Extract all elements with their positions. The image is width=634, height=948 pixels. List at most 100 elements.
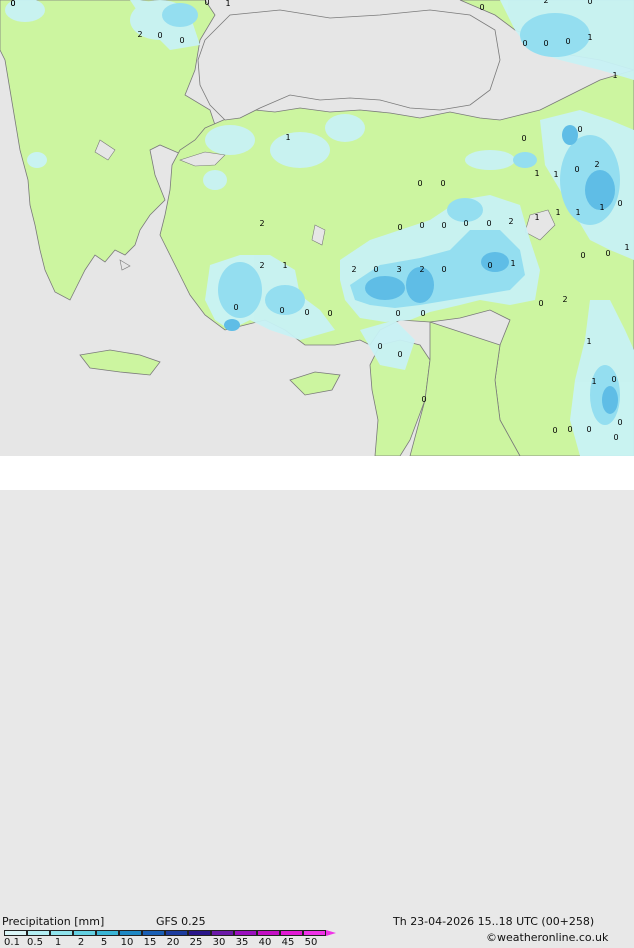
map-title: Precipitation [mm] — [2, 915, 105, 928]
precip-value-label: 2 — [594, 160, 599, 169]
precip-value-label: 0 — [521, 134, 526, 143]
precip-value-label: 1 — [599, 203, 604, 212]
precip-value-label: 0 — [419, 221, 424, 230]
legend-tick-label: 50 — [304, 937, 318, 948]
precip-value-label: 0 — [605, 249, 610, 258]
precip-value-label: 0 — [279, 306, 284, 315]
legend-swatch — [4, 930, 27, 936]
precip-value-label: 0 — [327, 309, 332, 318]
precip-value-label: 1 — [624, 243, 629, 252]
precipitation-map: 0 0 1 2 0 0 0 2 0 0 0 0 1 1 0 0 1 2 0 1 1 0 0 1 1 1 0 1 0 0 0 0 0 2 1 2 0 3 2 0… — [0, 0, 634, 456]
precip-value-label: 0 — [233, 303, 238, 312]
precip-value-label: 2 — [419, 265, 424, 274]
precip-value-label: 0 — [587, 0, 592, 6]
precip-value-label: 2 — [259, 219, 264, 228]
legend-swatch — [96, 930, 119, 936]
precip-value-label: 0 — [538, 299, 543, 308]
valid-time: Th 23-04-2026 15..18 UTC (00+258) — [393, 915, 595, 928]
precip-value-label: 0 — [611, 375, 616, 384]
precip-value-label: 2 — [259, 261, 264, 270]
precip-value-label: 0 — [395, 309, 400, 318]
precip-value-label: 0 — [522, 39, 527, 48]
precip-value-label: 0 — [486, 219, 491, 228]
credit-link[interactable]: ©weatheronline.co.uk — [486, 931, 608, 944]
precip-value-label: 0 — [204, 0, 209, 7]
precip-value-label: 0 — [479, 3, 484, 12]
legend-tick-label: 25 — [189, 937, 203, 948]
precip-value-label: 2 — [543, 0, 548, 5]
legend-swatch — [73, 930, 96, 936]
legend-tick-label: 45 — [281, 937, 295, 948]
precip-value-label: 1 — [225, 0, 230, 8]
precip-value-label: 1 — [586, 337, 591, 346]
precip-value-label: 2 — [137, 30, 142, 39]
precip-value-label: 0 — [179, 36, 184, 45]
precip-value-label: 0 — [397, 350, 402, 359]
precip-value-label: 0 — [463, 219, 468, 228]
precip-value-label: 0 — [440, 179, 445, 188]
precip-value-label: 1 — [587, 33, 592, 42]
legend-tick-label: 10 — [120, 937, 134, 948]
legend-swatch — [50, 930, 73, 936]
legend-swatch — [257, 930, 280, 936]
legend-swatch — [188, 930, 211, 936]
precip-value-label: 1 — [612, 71, 617, 80]
legend-tick-label: 15 — [143, 937, 157, 948]
precip-value-label: 0 — [421, 395, 426, 404]
map-footer: Precipitation [mm] GFS 0.25 Th 23-04-202… — [0, 456, 634, 948]
legend-tick-label: 5 — [100, 937, 108, 948]
precip-value-label: 0 — [441, 221, 446, 230]
legend-swatch — [119, 930, 142, 936]
precip-value-label: 0 — [613, 433, 618, 442]
precip-value-label: 1 — [282, 261, 287, 270]
precip-value-label: 0 — [552, 426, 557, 435]
precip-value-label: 0 — [577, 125, 582, 134]
legend-swatch — [165, 930, 188, 936]
precip-value-label: 1 — [510, 259, 515, 268]
legend-tick-label: 20 — [166, 937, 180, 948]
legend-tick-label: 1 — [54, 937, 62, 948]
legend-swatch — [234, 930, 257, 936]
legend-swatch — [211, 930, 234, 936]
precip-value-label: 1 — [555, 208, 560, 217]
legend-tick-label: 30 — [212, 937, 226, 948]
precip-value-label: 0 — [10, 0, 15, 8]
precip-value-label: 2 — [562, 295, 567, 304]
precip-value-label: 0 — [420, 309, 425, 318]
model-name: GFS 0.25 — [156, 915, 206, 928]
precip-value-label: 1 — [575, 208, 580, 217]
legend-swatch — [142, 930, 165, 936]
precip-value-label: 0 — [574, 165, 579, 174]
precip-value-label: 0 — [157, 31, 162, 40]
precip-value-label: 1 — [591, 377, 596, 386]
precip-value-label: 0 — [565, 37, 570, 46]
legend-tick-label: 2 — [77, 937, 85, 948]
legend-tick-label: 0.5 — [27, 937, 43, 948]
legend-tick-label: 40 — [258, 937, 272, 948]
precip-value-label: 1 — [285, 133, 290, 142]
precip-value-label: 1 — [534, 213, 539, 222]
precip-value-label: 0 — [586, 425, 591, 434]
precip-value-label: 1 — [534, 169, 539, 178]
legend-tick-label: 0.1 — [4, 937, 20, 948]
precip-value-label: 0 — [397, 223, 402, 232]
legend-swatch — [27, 930, 50, 936]
precip-value-label: 0 — [441, 265, 446, 274]
precip-value-label: 0 — [617, 418, 622, 427]
precip-value-label: 0 — [543, 39, 548, 48]
precip-value-label: 0 — [417, 179, 422, 188]
precip-value-label: 0 — [377, 342, 382, 351]
precip-value-label: 0 — [373, 265, 378, 274]
legend-tick-label: 35 — [235, 937, 249, 948]
precip-value-label: 0 — [567, 425, 572, 434]
precip-value-label: 0 — [580, 251, 585, 260]
precip-value-label: 3 — [396, 265, 401, 274]
precip-value-label: 0 — [487, 261, 492, 270]
precip-value-label: 1 — [553, 170, 558, 179]
precip-value-label: 2 — [508, 217, 513, 226]
precip-value-label: 0 — [617, 199, 622, 208]
legend-swatch — [303, 930, 326, 936]
precip-value-label: 2 — [351, 265, 356, 274]
precip-value-label: 0 — [304, 308, 309, 317]
legend-arrow-tip — [326, 930, 336, 936]
